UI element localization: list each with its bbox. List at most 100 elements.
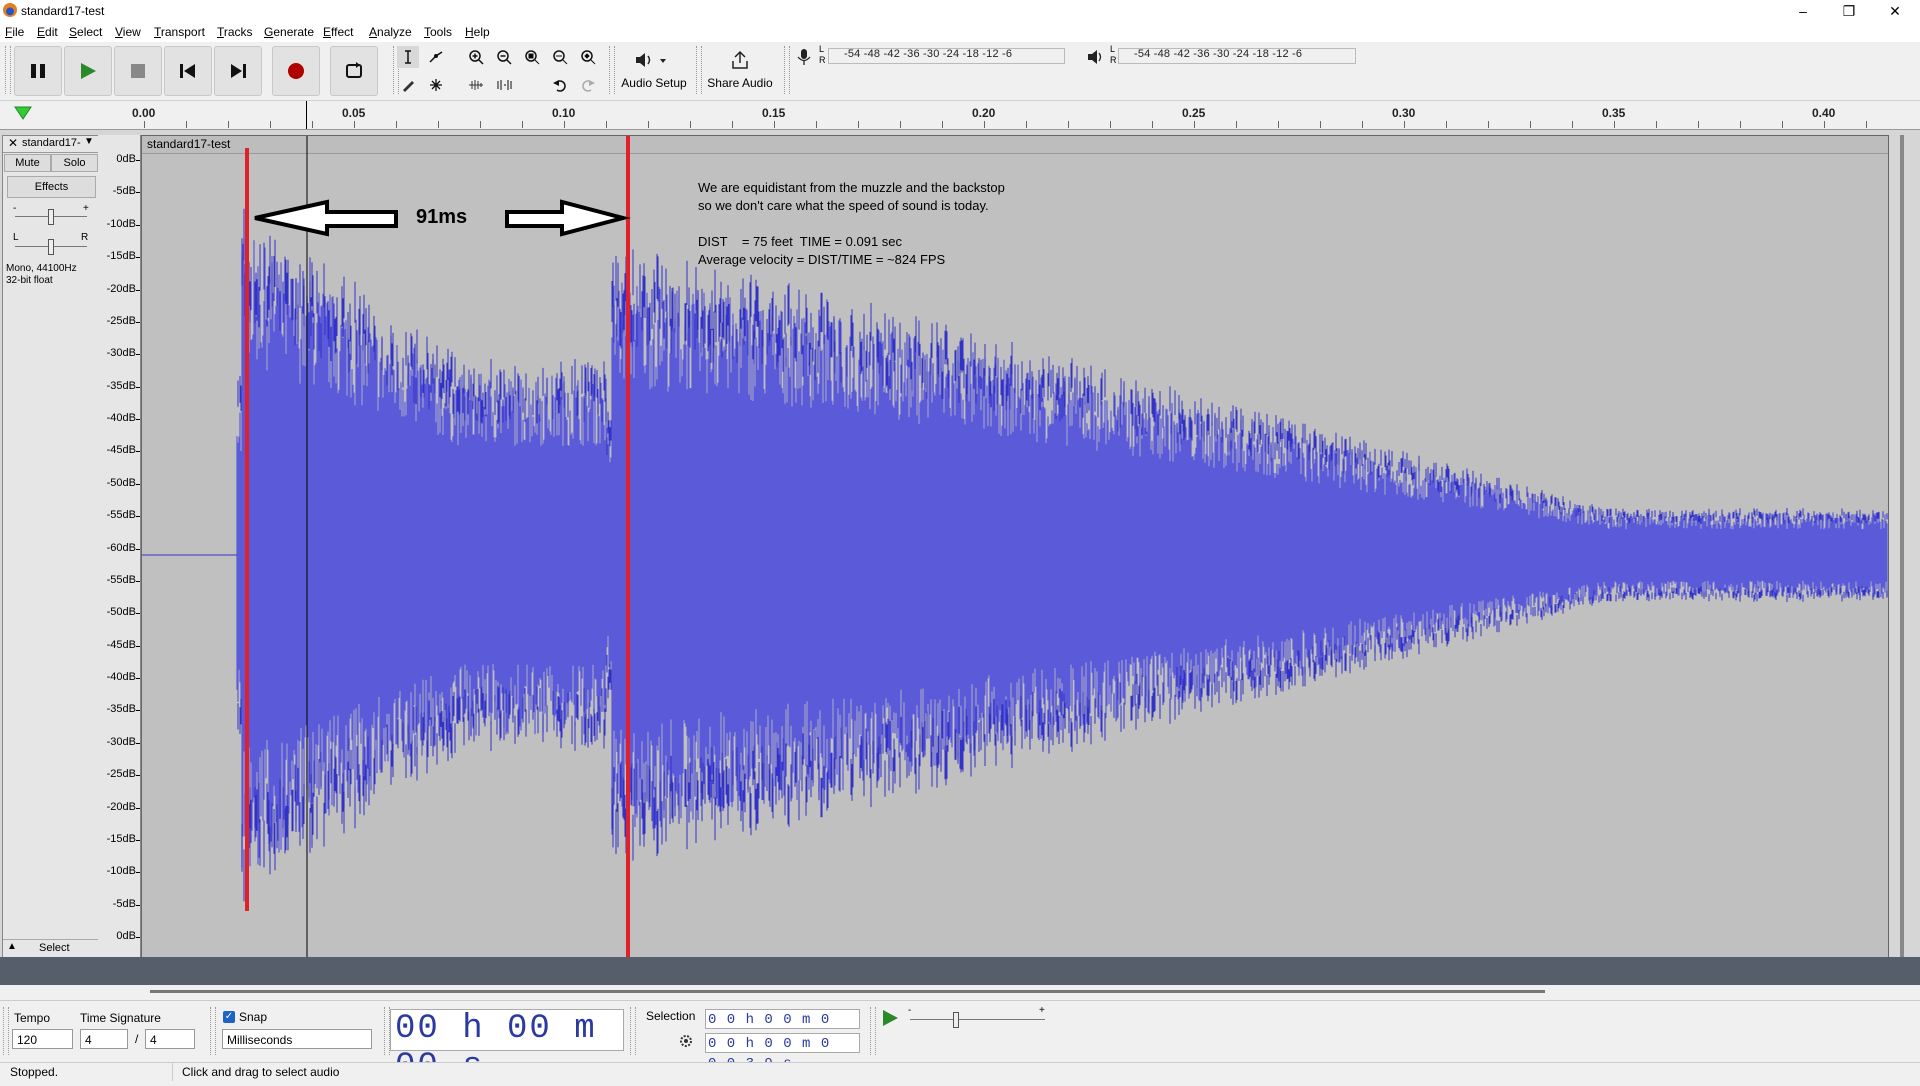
toolbar-grip[interactable] — [696, 46, 702, 94]
close-button[interactable]: ✕ — [1872, 0, 1918, 22]
fit-selection-button[interactable] — [521, 46, 543, 68]
toolbar-grip[interactable] — [784, 46, 790, 94]
menu-analyze[interactable]: Analyze — [369, 25, 412, 39]
menu-effect[interactable]: Effect — [323, 25, 353, 39]
ruler-tick — [1740, 121, 1741, 128]
ruler-tick-label: 0.10 — [552, 106, 576, 120]
time-display[interactable]: 00 h 00 m 00 s — [390, 1009, 624, 1086]
menu-generate[interactable]: Generate — [264, 25, 314, 39]
db-scale-tick — [136, 872, 140, 874]
track-name-menu[interactable]: standard17- — [22, 137, 81, 149]
db-scale-label: -40dB — [106, 412, 136, 424]
share-audio-label: Share Audio — [707, 76, 773, 90]
collapse-icon[interactable]: ▲ — [7, 941, 17, 952]
track-header: ✕ standard17- ▼ — [3, 136, 98, 153]
db-scale-tick — [136, 160, 140, 161]
ruler-tick — [312, 121, 313, 128]
gain-slider-thumb[interactable] — [48, 209, 54, 225]
db-scale-tick — [136, 937, 140, 938]
play-speed-thumb[interactable] — [953, 1012, 959, 1028]
ruler-tick — [900, 121, 901, 128]
mute-button[interactable]: Mute — [4, 154, 51, 172]
menu-help[interactable]: Help — [465, 25, 490, 39]
menu-edit[interactable]: Edit — [37, 25, 58, 39]
undo-button[interactable] — [549, 74, 571, 96]
record-button[interactable] — [272, 46, 320, 96]
db-scale-tick — [136, 192, 140, 194]
skip-to-end-button[interactable] — [214, 46, 262, 96]
speed-plus-label: + — [1039, 1005, 1045, 1016]
track-area-footer — [0, 957, 1920, 985]
undo-icon — [553, 80, 566, 92]
selection-start-time[interactable]: 0 0 h 0 0 m 0 0.0 3 9 s — [705, 1009, 860, 1048]
solo-button[interactable]: Solo — [51, 154, 98, 172]
track-close-icon[interactable]: ✕ — [8, 136, 18, 150]
draw-tool-button[interactable] — [397, 74, 419, 96]
zoom-toggle-button[interactable] — [577, 46, 599, 68]
menu-view[interactable]: View — [115, 25, 141, 39]
timeline-ruler[interactable]: 0.00 0.05 0.10 0.15 0.20 0.25 0.30 0.35 0.40 — [0, 101, 1920, 130]
play-meter[interactable] — [1118, 48, 1356, 64]
selection-end-time[interactable]: 0 0 h 0 0 m 0 0.0 3 9 s — [705, 1033, 860, 1072]
tempo-input[interactable]: 120 — [12, 1029, 73, 1049]
ruler-tick — [774, 121, 775, 128]
vertical-scrollbar[interactable] — [1900, 135, 1904, 957]
select-track-button[interactable]: Select — [39, 942, 70, 954]
time-signature-denominator[interactable]: 4 — [145, 1029, 195, 1049]
ruler-tick — [1278, 121, 1279, 128]
loop-button[interactable] — [330, 46, 378, 96]
toolbar-grip[interactable] — [3, 1007, 9, 1055]
fit-project-button[interactable] — [549, 46, 571, 68]
menu-select[interactable]: Select — [69, 25, 102, 39]
zoom-in-button[interactable] — [465, 46, 487, 68]
audio-setup-button[interactable]: Audio Setup — [620, 48, 688, 96]
db-scale-tick — [136, 839, 140, 841]
snap-checkbox[interactable]: ✓ — [223, 1011, 235, 1023]
minimize-button[interactable]: – — [1780, 0, 1826, 22]
chevron-down-icon[interactable]: ▼ — [84, 136, 94, 147]
effects-button[interactable]: Effects — [7, 176, 96, 198]
redo-button[interactable] — [577, 74, 599, 96]
pause-button[interactable] — [14, 46, 62, 96]
menu-transport[interactable]: Transport — [154, 25, 205, 39]
menu-tracks[interactable]: Tracks — [217, 25, 253, 39]
tempo-label: Tempo — [14, 1011, 51, 1025]
multi-tool-button[interactable] — [425, 74, 447, 96]
toolbar-grip[interactable] — [210, 1007, 216, 1055]
ruler-tick — [354, 121, 355, 128]
ruler-tick — [564, 121, 565, 128]
play-at-speed-icon[interactable] — [881, 1009, 899, 1027]
stop-button[interactable] — [114, 46, 162, 96]
toolbar-grip[interactable] — [630, 1007, 636, 1055]
menu-file[interactable]: File — [5, 25, 24, 39]
ruler-tick — [1824, 121, 1825, 128]
envelope-tool-button[interactable] — [425, 46, 447, 68]
ruler-tick — [1362, 121, 1363, 128]
snap-unit-select[interactable]: Milliseconds — [222, 1029, 372, 1049]
gear-icon[interactable] — [678, 1033, 694, 1049]
record-meter[interactable] — [828, 48, 1065, 64]
trim-audio-button[interactable] — [465, 74, 487, 96]
share-audio-button[interactable]: Share Audio — [704, 48, 776, 96]
waveform[interactable] — [142, 136, 1888, 958]
menu-tools[interactable]: Tools — [424, 25, 452, 39]
playhead-marker[interactable] — [306, 101, 307, 129]
timeline-options-icon[interactable] — [14, 105, 32, 121]
pan-left-label: L — [13, 232, 19, 243]
horizontal-scrollbar[interactable] — [150, 990, 1545, 993]
toolbar-grip[interactable] — [870, 1007, 876, 1055]
skip-to-start-button[interactable] — [164, 46, 212, 96]
audio-clip[interactable]: standard17-test 91ms We are equidistant … — [141, 135, 1889, 959]
toolbar-grip[interactable] — [5, 46, 11, 94]
selection-tool-button[interactable] — [397, 46, 419, 68]
maximize-button[interactable]: ❐ — [1826, 0, 1872, 22]
play-button[interactable] — [64, 46, 112, 96]
track-control-panel[interactable]: ✕ standard17- ▼ Mute Solo Effects - + L … — [2, 135, 99, 959]
play-speed-slider[interactable] — [910, 1019, 1045, 1020]
db-scale-tick — [136, 710, 140, 712]
time-signature-numerator[interactable]: 4 — [80, 1029, 128, 1049]
zoom-out-button[interactable] — [493, 46, 515, 68]
pan-slider-thumb[interactable] — [48, 239, 54, 255]
toolbar-grip[interactable] — [609, 46, 615, 94]
silence-audio-button[interactable] — [493, 74, 515, 96]
